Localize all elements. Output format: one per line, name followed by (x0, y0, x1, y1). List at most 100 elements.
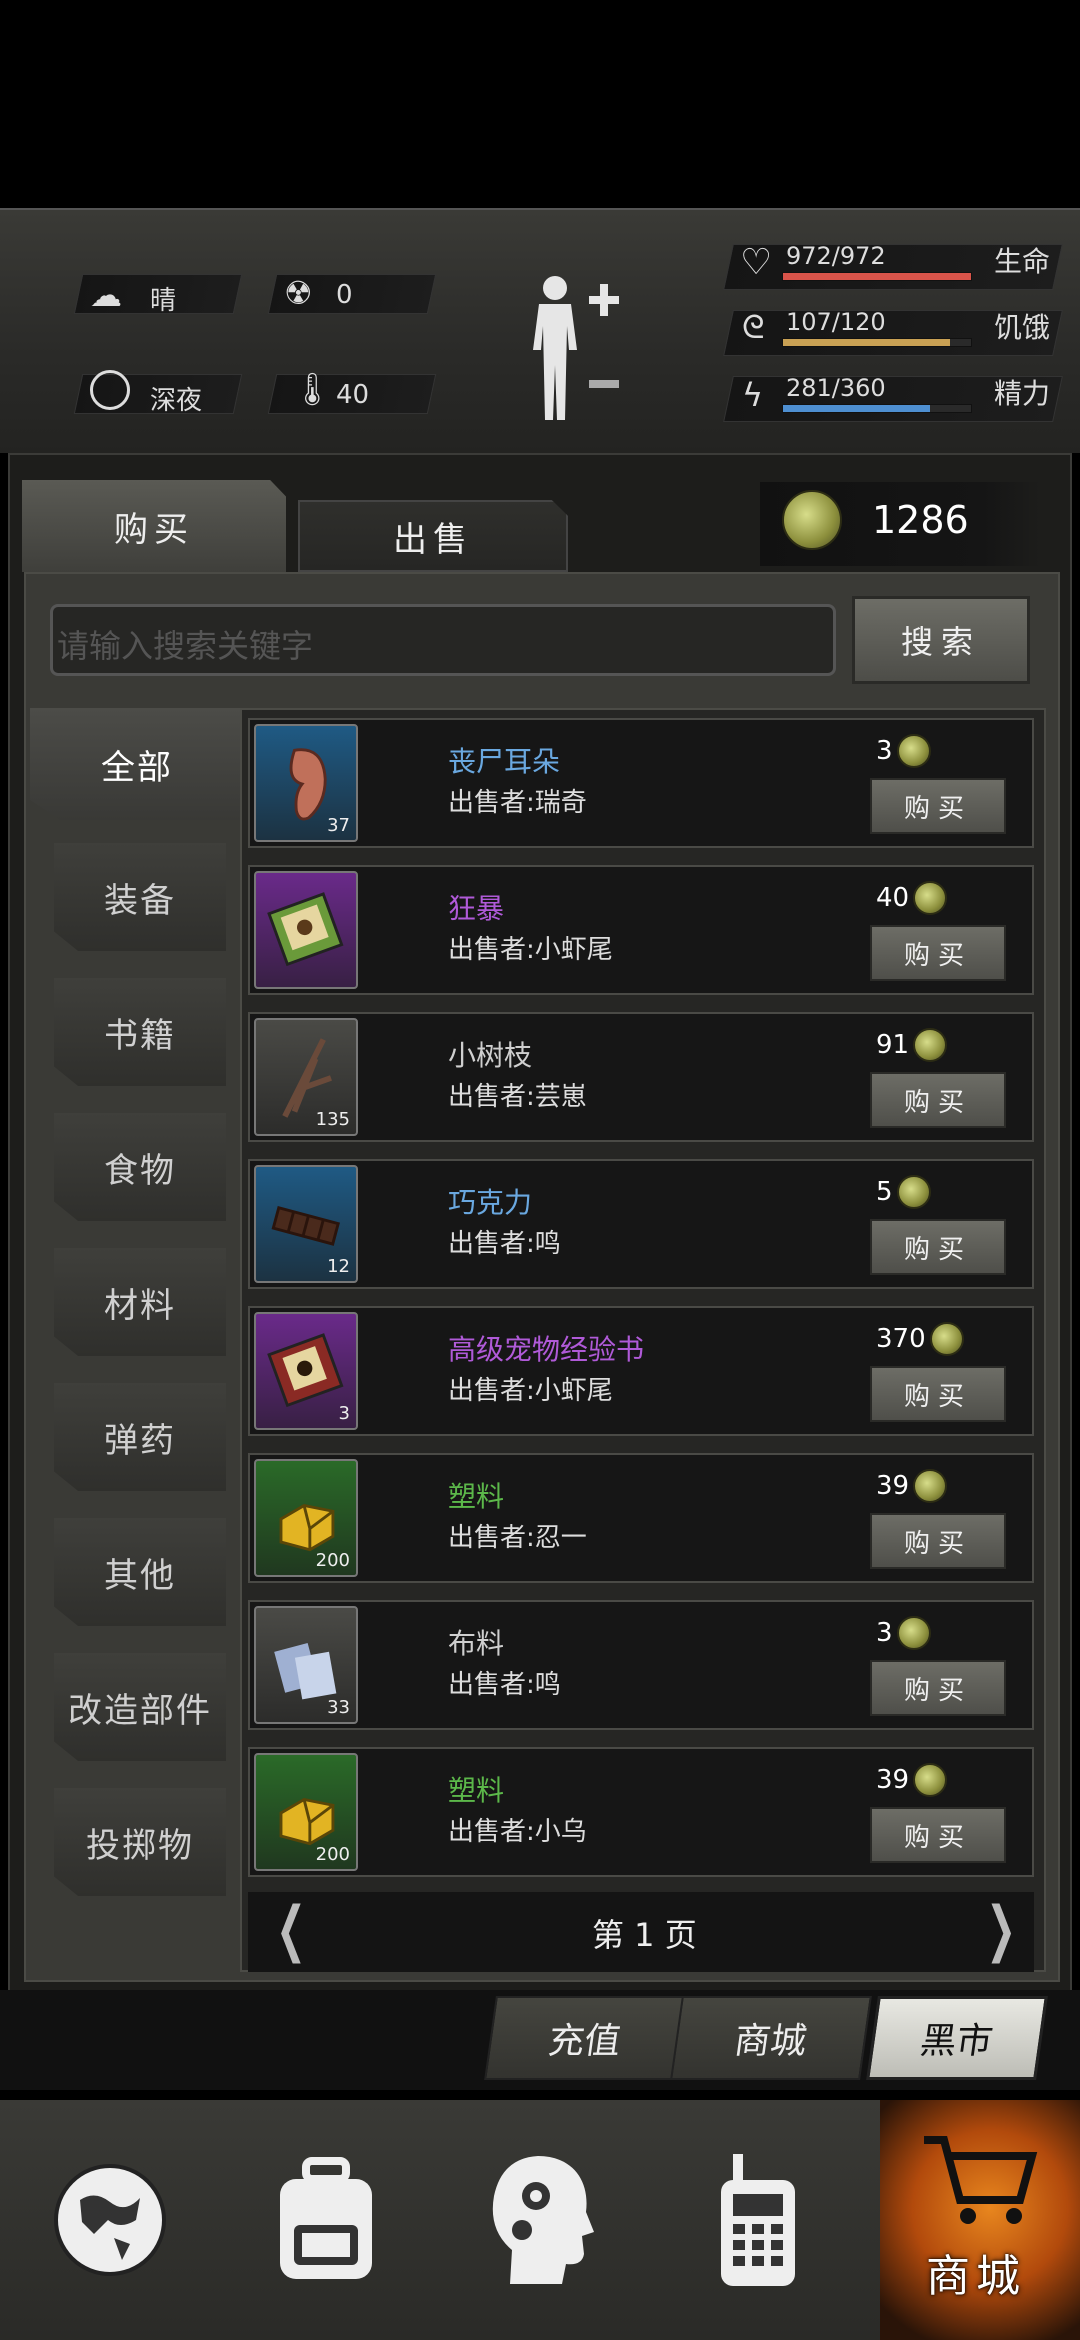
category-item[interactable]: 材料 (54, 1248, 226, 1356)
buy-button[interactable]: 购买 (870, 1513, 1006, 1569)
hunger-label: 饥饿 (994, 311, 1051, 344)
buy-button[interactable]: 购买 (870, 1072, 1006, 1128)
tab-buy[interactable]: 购买 (22, 480, 286, 572)
category-item[interactable]: 改造部件 (54, 1653, 226, 1761)
item-name: 丧尸耳朵 (448, 745, 561, 778)
list-item: 200 塑料 出售者:小乌 39 购买 (248, 1747, 1034, 1877)
head-gears-icon (492, 2156, 594, 2284)
item-thumbnail[interactable]: 200 (254, 1459, 358, 1577)
tab-recharge[interactable]: 充值 (484, 1996, 686, 2080)
item-price: 370 (876, 1322, 964, 1356)
item-seller: 出售者:忍一 (448, 1523, 587, 1553)
item-quantity: 12 (327, 1256, 350, 1277)
buy-button[interactable]: 购买 (870, 925, 1006, 981)
item-name: 小树枝 (448, 1039, 533, 1072)
category-all[interactable]: 全部 (30, 708, 244, 820)
category-label: 全部 (101, 747, 173, 788)
category-label: 食物 (104, 1150, 176, 1191)
time-of-day: 深夜 (150, 386, 203, 416)
item-price-value: 5 (876, 1177, 893, 1207)
clock-icon (90, 370, 130, 410)
list-item: 33 布料 出售者:鸣 3 购买 (248, 1600, 1034, 1730)
buy-button-label: 购买 (903, 1528, 972, 1559)
next-page-arrow-icon[interactable]: ❯ (986, 1894, 1016, 1964)
category-label: 投掷物 (86, 1825, 194, 1866)
nav-shop-label: 商城 (926, 2251, 1026, 2302)
item-thumbnail[interactable]: 135 (254, 1018, 358, 1136)
bottlecap-coin-icon (913, 1763, 948, 1797)
item-quantity: 200 (315, 1844, 350, 1865)
hunger-bar (782, 338, 972, 347)
tab-sell-label: 出售 (393, 519, 473, 560)
category-label: 改造部件 (68, 1690, 212, 1731)
item-name: 布料 (448, 1627, 505, 1660)
energy-value: 281/360 (786, 374, 886, 402)
search-input[interactable]: 请输入搜索关键字 (50, 604, 836, 676)
category-item[interactable]: 弹药 (54, 1383, 226, 1491)
category-item[interactable]: 装备 (54, 843, 226, 951)
tab-black-market-label: 黑市 (917, 2021, 996, 2062)
hunger-value: 107/120 (786, 308, 886, 336)
buy-button[interactable]: 购买 (870, 778, 1006, 834)
item-quantity: 200 (315, 1550, 350, 1571)
item-price-value: 91 (876, 1030, 910, 1060)
item-thumbnail[interactable]: 12 (254, 1165, 358, 1283)
nav-radio[interactable] (668, 2100, 848, 2340)
human-body-icon (533, 276, 619, 420)
item-name: 巧克力 (448, 1186, 533, 1219)
body-status-button[interactable] (525, 270, 625, 425)
item-thumbnail[interactable]: 33 (254, 1606, 358, 1724)
backpack-icon (280, 2157, 372, 2279)
category-item[interactable]: 其他 (54, 1518, 226, 1626)
category-item[interactable]: 投掷物 (54, 1788, 226, 1896)
bottlecap-coin-icon (913, 881, 948, 915)
health-value: 972/972 (786, 242, 886, 270)
energy-label: 精力 (994, 377, 1051, 410)
item-price-value: 370 (876, 1324, 926, 1354)
item-thumbnail[interactable]: 3 (254, 1312, 358, 1430)
item-thumbnail[interactable] (254, 871, 358, 989)
buy-button[interactable]: 购买 (870, 1366, 1006, 1422)
item-quantity: 3 (338, 1403, 350, 1424)
buy-button[interactable]: 购买 (870, 1660, 1006, 1716)
list-item: 狂暴 出售者:小虾尾 40 购买 (248, 865, 1034, 995)
search-button[interactable]: 搜索 (852, 596, 1030, 684)
health-label: 生命 (994, 245, 1051, 278)
buy-button[interactable]: 购买 (870, 1219, 1006, 1275)
item-seller: 出售者:芸崽 (448, 1082, 587, 1112)
nav-map[interactable] (20, 2100, 200, 2340)
nav-backpack[interactable] (236, 2100, 416, 2340)
item-seller: 出售者:鸣 (448, 1229, 561, 1259)
item-name: 塑料 (448, 1480, 505, 1513)
book-icon (267, 892, 344, 967)
prev-page-arrow-icon[interactable]: ❮ (276, 1894, 306, 1964)
tab-sell[interactable]: 出售 (298, 500, 568, 572)
nav-shop[interactable]: 商城 (880, 2100, 1080, 2340)
list-item: 3 高级宠物经验书 出售者:小虾尾 370 购买 (248, 1306, 1034, 1436)
item-thumbnail[interactable]: 37 (254, 724, 358, 842)
item-quantity: 135 (315, 1109, 350, 1130)
buy-button-label: 购买 (903, 793, 972, 824)
buy-button-label: 购买 (903, 1234, 972, 1265)
item-price-value: 39 (876, 1471, 910, 1501)
item-seller: 出售者:瑞奇 (448, 788, 587, 818)
item-price: 3 (876, 1616, 931, 1650)
category-item[interactable]: 书籍 (54, 978, 226, 1086)
item-thumbnail[interactable]: 200 (254, 1753, 358, 1871)
buy-button-label: 购买 (903, 1675, 972, 1706)
category-label: 材料 (104, 1285, 176, 1326)
item-price: 39 (876, 1763, 948, 1797)
nav-skills[interactable] (452, 2100, 632, 2340)
search-button-label: 搜索 (900, 623, 981, 661)
energy-bar-fill (783, 405, 930, 412)
item-price-value: 40 (876, 883, 910, 913)
coin-amount: 1286 (872, 498, 969, 542)
buy-button[interactable]: 购买 (870, 1807, 1006, 1863)
tab-mall[interactable]: 商城 (670, 1996, 872, 2080)
bottlecap-coin-icon (896, 1175, 931, 1209)
tab-black-market[interactable]: 黑市 (866, 1996, 1048, 2080)
category-label: 其他 (104, 1555, 176, 1596)
cloud-sun-icon: ☁ (90, 276, 122, 314)
category-item[interactable]: 食物 (54, 1113, 226, 1221)
list-item: 37 丧尸耳朵 出售者:瑞奇 3 购买 (248, 718, 1034, 848)
